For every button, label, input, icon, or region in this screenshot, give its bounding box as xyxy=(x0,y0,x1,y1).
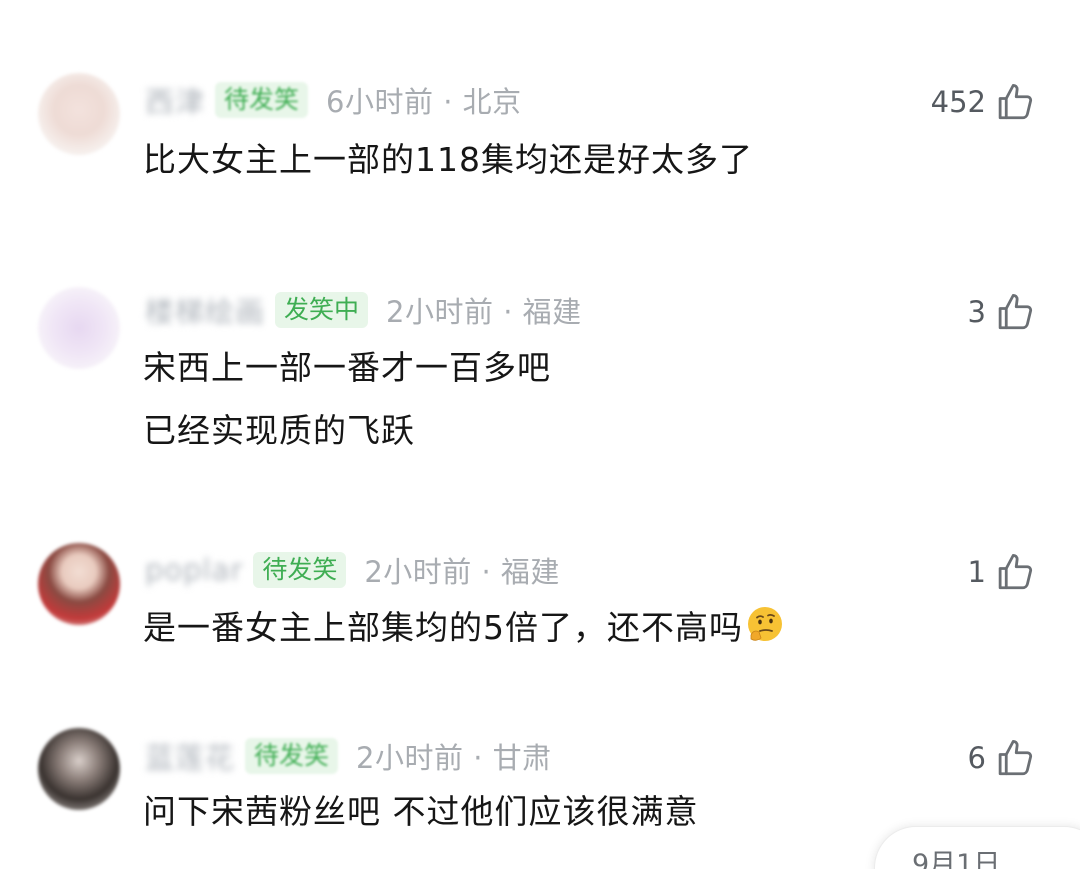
thinking-face-emoji xyxy=(748,607,782,641)
thumbs-up-icon xyxy=(998,739,1033,776)
username[interactable]: 楼梯绘画 xyxy=(145,289,265,331)
like-button[interactable]: 3 xyxy=(968,290,1036,334)
thumbs-up-icon xyxy=(998,293,1033,330)
thumbs-up-icon xyxy=(998,553,1033,590)
like-count: 3 xyxy=(967,295,986,329)
comment-meta: 楼梯绘画 发笑中 2小时前 · 福建 xyxy=(145,288,582,332)
like-count: 6 xyxy=(967,741,986,775)
like-button[interactable]: 1 xyxy=(968,550,1036,594)
comment-text-line: 是一番女主上部集均的5倍了，还不高吗 xyxy=(143,596,785,659)
avatar[interactable] xyxy=(38,543,120,625)
like-count: 452 xyxy=(930,85,986,119)
comment-body[interactable]: 是一番女主上部集均的5倍了，还不高吗 xyxy=(143,596,785,659)
comment-body[interactable]: 比大女主上一部的118集均还是好太多了 xyxy=(143,128,753,191)
comment-meta: poplar 待发笑 2小时前 · 福建 xyxy=(145,548,560,592)
comment-meta: 西津 待发笑 6小时前 · 北京 xyxy=(145,78,522,122)
comment-text-line: 比大女主上一部的118集均还是好太多了 xyxy=(143,140,753,179)
comment-text-line: 问下宋茜粉丝吧 不过他们应该很满意 xyxy=(143,792,699,831)
username[interactable]: poplar xyxy=(145,553,243,587)
comment-meta: 蓝莲花 待发笑 2小时前 · 甘肃 xyxy=(145,734,552,778)
status-badge: 待发笑 xyxy=(253,552,347,588)
comment-text-line: 宋西上一部一番才一百多吧 xyxy=(143,348,551,387)
status-badge: 发笑中 xyxy=(275,292,369,328)
like-count: 1 xyxy=(967,555,986,589)
comment-body[interactable]: 问下宋茜粉丝吧 不过他们应该很满意 xyxy=(143,780,699,843)
thumbs-up-icon xyxy=(998,83,1033,120)
status-badge: 待发笑 xyxy=(215,82,309,118)
avatar[interactable] xyxy=(38,287,120,369)
avatar[interactable] xyxy=(38,728,120,810)
username[interactable]: 蓝莲花 xyxy=(145,735,235,777)
status-badge: 待发笑 xyxy=(245,738,339,774)
timestamp-location: 2小时前 · 福建 xyxy=(386,295,582,329)
timestamp-location: 2小时前 · 甘肃 xyxy=(356,741,552,775)
timestamp-location: 6小时前 · 北京 xyxy=(326,85,522,119)
comment-body[interactable]: 宋西上一部一番才一百多吧 已经实现质的飞跃 xyxy=(143,336,551,462)
like-button[interactable]: 6 xyxy=(968,736,1036,780)
floating-more-label: 9月1日 xyxy=(912,849,1001,869)
username[interactable]: 西津 xyxy=(145,79,205,121)
avatar[interactable] xyxy=(38,73,120,155)
comment-list: 西津 待发笑 6小时前 · 北京 比大女主上一部的118集均还是好太多了 452… xyxy=(0,0,1080,869)
timestamp-location: 2小时前 · 福建 xyxy=(364,555,560,589)
comment-text: 是一番女主上部集均的5倍了，还不高吗 xyxy=(143,608,743,647)
like-button[interactable]: 452 xyxy=(931,80,1036,124)
comment-text-line: 已经实现质的飞跃 xyxy=(143,411,415,450)
